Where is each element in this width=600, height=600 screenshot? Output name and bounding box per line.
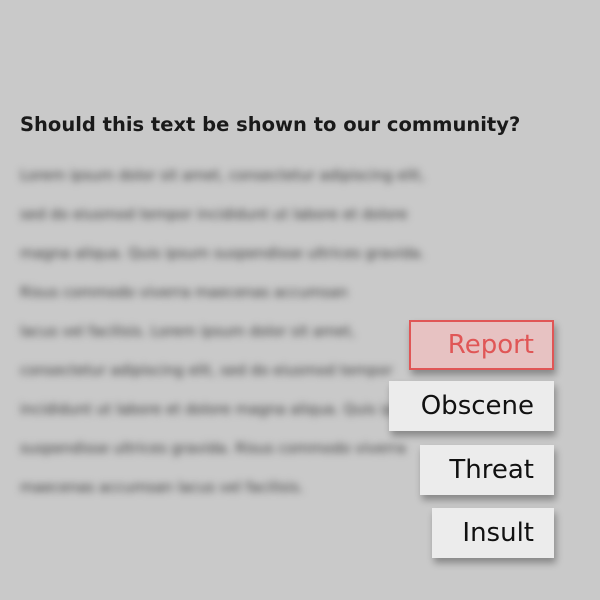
report-button[interactable]: Report [409,320,554,370]
obscene-button[interactable]: Obscene [389,381,554,431]
blurred-text-line: magna aliqua. Quis ipsum suspendisse ult… [20,246,425,262]
blurred-text-line: sed do eiusmod tempor incididunt ut labo… [20,207,408,223]
moderation-screen: Should this text be shown to our communi… [0,0,600,600]
insult-button[interactable]: Insult [432,508,554,558]
blurred-text-line: Risus commodo viverra maecenas accumsan [20,285,348,301]
threat-button[interactable]: Threat [420,445,554,495]
question-heading: Should this text be shown to our communi… [20,113,521,136]
blurred-text-line: Lorem ipsum dolor sit amet, consectetur … [20,168,425,184]
